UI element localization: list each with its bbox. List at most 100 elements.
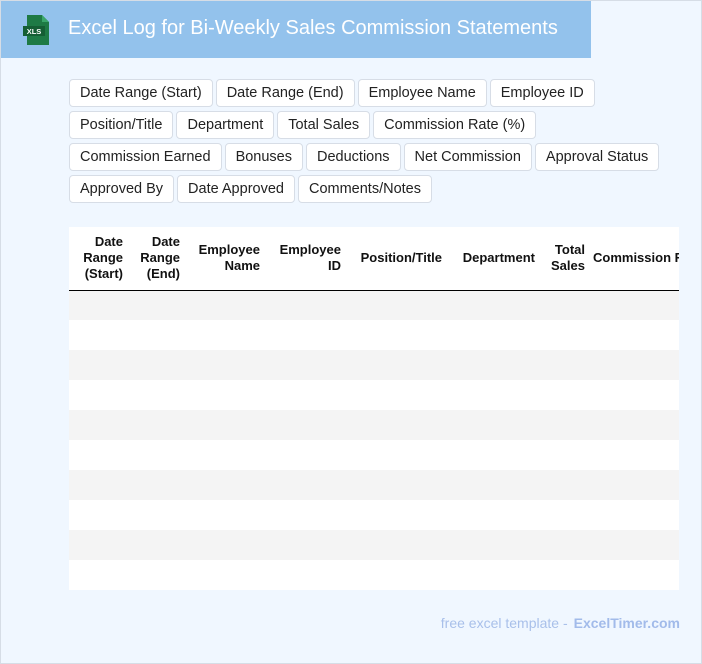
table-cell[interactable] (589, 410, 679, 440)
table-cell[interactable] (127, 440, 184, 470)
table-cell[interactable] (446, 290, 539, 320)
field-tag[interactable]: Net Commission (403, 143, 532, 171)
table-cell[interactable] (446, 470, 539, 500)
table-cell[interactable] (539, 380, 589, 410)
table-cell[interactable] (345, 350, 446, 380)
table-cell[interactable] (127, 350, 184, 380)
table-cell[interactable] (69, 560, 127, 590)
table-cell[interactable] (69, 320, 127, 350)
table-cell[interactable] (446, 500, 539, 530)
table-cell[interactable] (345, 320, 446, 350)
field-tag[interactable]: Comments/Notes (297, 175, 432, 203)
field-tag[interactable]: Approved By (69, 175, 175, 203)
table-cell[interactable] (345, 560, 446, 590)
table-cell[interactable] (264, 410, 345, 440)
table-cell[interactable] (539, 410, 589, 440)
table-cell[interactable] (589, 560, 679, 590)
table-cell[interactable] (589, 440, 679, 470)
table-cell[interactable] (69, 470, 127, 500)
table-cell[interactable] (264, 470, 345, 500)
table-row (69, 350, 679, 380)
table-cell[interactable] (446, 380, 539, 410)
table-cell[interactable] (589, 500, 679, 530)
table-cell[interactable] (446, 350, 539, 380)
table-cell[interactable] (184, 410, 264, 440)
footer-brand-link[interactable]: ExcelTimer.com (574, 615, 680, 631)
field-tag[interactable]: Department (176, 111, 275, 139)
table-cell[interactable] (264, 350, 345, 380)
table-cell[interactable] (539, 500, 589, 530)
table-cell[interactable] (264, 320, 345, 350)
table-cell[interactable] (446, 410, 539, 440)
field-tag[interactable]: Date Approved (177, 175, 295, 203)
field-tag[interactable]: Date Range (Start) (69, 79, 213, 107)
table-cell[interactable] (345, 440, 446, 470)
table-header-row: Date Range (Start) Date Range (End) Employ… (69, 227, 679, 291)
table-cell[interactable] (127, 380, 184, 410)
table-cell[interactable] (446, 440, 539, 470)
log-table-container[interactable]: Date Range (Start) Date Range (End) Employ… (69, 227, 679, 590)
table-cell[interactable] (69, 440, 127, 470)
table-cell[interactable] (589, 320, 679, 350)
table-cell[interactable] (264, 530, 345, 560)
table-cell[interactable] (69, 500, 127, 530)
table-cell[interactable] (184, 320, 264, 350)
table-cell[interactable] (539, 320, 589, 350)
table-cell[interactable] (446, 530, 539, 560)
table-cell[interactable] (446, 560, 539, 590)
table-cell[interactable] (589, 530, 679, 560)
table-cell[interactable] (345, 530, 446, 560)
table-cell[interactable] (264, 560, 345, 590)
table-cell[interactable] (264, 440, 345, 470)
table-cell[interactable] (184, 380, 264, 410)
table-cell[interactable] (69, 290, 127, 320)
table-cell[interactable] (539, 290, 589, 320)
table-cell[interactable] (264, 290, 345, 320)
table-cell[interactable] (184, 560, 264, 590)
field-tag[interactable]: Position/Title (69, 111, 174, 139)
table-cell[interactable] (345, 290, 446, 320)
field-tag[interactable]: Employee ID (489, 79, 595, 107)
field-tag[interactable]: Employee Name (357, 79, 487, 107)
table-cell[interactable] (69, 410, 127, 440)
table-cell[interactable] (127, 410, 184, 440)
table-cell[interactable] (345, 470, 446, 500)
table-cell[interactable] (127, 530, 184, 560)
field-tag[interactable]: Approval Status (534, 143, 660, 171)
table-cell[interactable] (127, 500, 184, 530)
table-cell[interactable] (345, 500, 446, 530)
field-tag[interactable]: Commission Earned (69, 143, 222, 171)
table-cell[interactable] (184, 530, 264, 560)
table-cell[interactable] (127, 320, 184, 350)
table-cell[interactable] (539, 350, 589, 380)
table-cell[interactable] (184, 290, 264, 320)
table-cell[interactable] (127, 470, 184, 500)
table-cell[interactable] (345, 410, 446, 440)
table-cell[interactable] (127, 560, 184, 590)
table-cell[interactable] (184, 440, 264, 470)
table-cell[interactable] (589, 350, 679, 380)
field-tag[interactable]: Date Range (End) (215, 79, 355, 107)
table-cell[interactable] (69, 530, 127, 560)
table-cell[interactable] (589, 470, 679, 500)
table-cell[interactable] (264, 380, 345, 410)
field-tag[interactable]: Deductions (306, 143, 401, 171)
table-cell[interactable] (539, 470, 589, 500)
table-cell[interactable] (264, 500, 345, 530)
table-cell[interactable] (184, 350, 264, 380)
table-cell[interactable] (589, 290, 679, 320)
table-cell[interactable] (127, 290, 184, 320)
table-cell[interactable] (539, 440, 589, 470)
field-tag[interactable]: Commission Rate (%) (373, 111, 537, 139)
table-cell[interactable] (539, 530, 589, 560)
table-cell[interactable] (539, 560, 589, 590)
field-tag[interactable]: Total Sales (277, 111, 371, 139)
table-cell[interactable] (184, 500, 264, 530)
table-cell[interactable] (589, 380, 679, 410)
table-cell[interactable] (345, 380, 446, 410)
table-cell[interactable] (69, 350, 127, 380)
table-cell[interactable] (184, 470, 264, 500)
table-cell[interactable] (69, 380, 127, 410)
table-cell[interactable] (446, 320, 539, 350)
field-tag[interactable]: Bonuses (224, 143, 303, 171)
